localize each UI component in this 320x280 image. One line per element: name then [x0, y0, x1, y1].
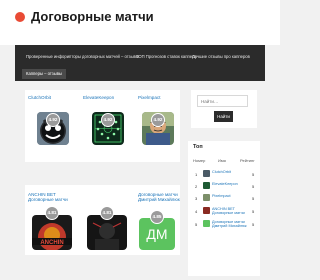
row-name[interactable]: ANCHIN BET Договорные матчи — [212, 207, 250, 216]
football-tactics-icon — [203, 182, 210, 189]
row-rank: 1 — [195, 172, 198, 177]
row-rating: 5 — [252, 184, 255, 189]
search-button[interactable]: Найти — [214, 111, 233, 122]
row-rank: 5 — [195, 222, 198, 227]
capper-card-anchin-bet[interactable]: ANCHIN BET Договорные матчи ANCHIN 4.81 — [25, 185, 80, 255]
row-rank: 3 — [195, 196, 198, 201]
cartoon-person-icon — [203, 194, 210, 201]
card-title[interactable]: ElevateKeepon — [83, 95, 114, 100]
anchin-bet-logo-icon — [203, 207, 210, 214]
row-rank: 4 — [195, 209, 198, 214]
nav-link-top-forecasts[interactable]: ТОП Прогнозов ставок каппера — [136, 54, 197, 59]
table-row[interactable]: 3 Pixelmpact 5 — [188, 193, 257, 203]
nav-link-best-reviews[interactable]: Лучшие отзывы про капперов — [192, 54, 250, 59]
robot-face-icon — [203, 170, 210, 177]
card-title[interactable]: ANCHIN BET Договорные матчи — [28, 192, 73, 202]
search-widget: Найти — [191, 90, 257, 128]
table-row[interactable]: 5 Договорные матчи Дмитрий Михайлюк 5 — [188, 219, 257, 229]
row-rank: 2 — [195, 184, 198, 189]
table-row[interactable]: 2 ElevateKeepon 5 — [188, 181, 257, 191]
row-name[interactable]: ClutchOrbit — [212, 170, 231, 175]
row-name[interactable]: Договорные матчи Дмитрий Михайлюк — [212, 220, 250, 229]
rating-badge: 4.92 — [101, 113, 115, 127]
row-name[interactable]: ElevateKeepon — [212, 182, 238, 187]
capper-card-dmitriy-mikhailyuk[interactable]: Договорные матчи Дмитрий Михайлюк ДМ 4.8… — [135, 185, 180, 255]
site-header: Договорные матчи — [0, 0, 280, 45]
rating-badge: 4.81 — [100, 206, 114, 220]
card-thumbnail[interactable] — [87, 215, 127, 250]
svg-text:ANCHIN: ANCHIN — [40, 240, 63, 246]
column-header-name: Имя — [218, 158, 226, 163]
anchin-bet-logo-icon: ANCHIN — [32, 215, 72, 250]
main-navigation: Проверенные инфорипторы договорных матче… — [15, 45, 265, 81]
capper-card-clutchorbit[interactable]: ClutchOrbit 4.92 — [25, 90, 80, 162]
capper-card-elevatekeepon[interactable]: ElevateKeepon 4.92 — [80, 90, 135, 162]
rating-badge: 4.81 — [45, 206, 59, 220]
nav-link-verified-insiders[interactable]: Проверенные инфорипторы договорных матче… — [26, 54, 139, 59]
dark-portrait-icon — [87, 215, 127, 250]
row-rating: 5 — [252, 222, 255, 227]
row-name[interactable]: Pixelmpact — [212, 194, 231, 199]
top-list-widget: Топ Номер Имя Рейтинг 1 ClutchOrbit 5 2 … — [188, 141, 260, 276]
table-row[interactable]: 4 ANCHIN BET Договорные матчи 5 — [188, 206, 257, 216]
avatar — [203, 220, 210, 227]
capper-card-dark[interactable]: 4.81 — [80, 185, 135, 255]
site-title[interactable]: Договорные матчи — [31, 9, 154, 24]
row-rating: 5 — [252, 209, 255, 214]
card-thumbnail[interactable]: ANCHIN — [32, 215, 72, 250]
capper-card-pixelmpact[interactable]: Pixelmpact 4.92 — [135, 90, 180, 162]
row-rating: 5 — [252, 196, 255, 201]
row-rating: 5 — [252, 172, 255, 177]
top-list-title: Топ — [193, 144, 203, 150]
table-row[interactable]: 1 ClutchOrbit 5 — [188, 169, 257, 179]
nav-link-cappers-reviews[interactable]: Капперы – отзывы — [22, 69, 66, 79]
card-title[interactable]: Pixelmpact — [138, 95, 160, 100]
card-title[interactable]: Договорные матчи Дмитрий Михайлюк — [138, 192, 180, 202]
rating-badge: 4.92 — [151, 113, 165, 127]
column-header-rank: Номер — [193, 158, 206, 163]
column-header-rating: Рейтинг — [240, 158, 255, 163]
card-title[interactable]: ClutchOrbit — [28, 95, 51, 100]
rating-badge: 4.92 — [46, 113, 60, 127]
rating-badge: 4.85 — [150, 210, 164, 224]
search-input[interactable] — [197, 95, 248, 107]
site-logo-icon — [15, 12, 25, 22]
